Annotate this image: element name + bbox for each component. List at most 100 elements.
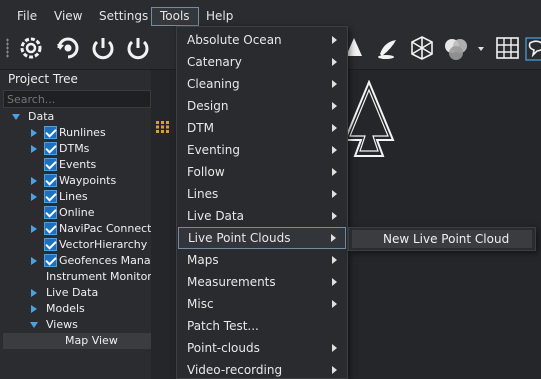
tree-item-label: Models [46,302,85,315]
live-point-clouds-submenu: New Live Point Cloud [348,227,536,251]
tree-item-label: Geofences Manage [59,254,151,267]
menu-item-label: Design [187,99,229,113]
tree-item-label: Runlines [59,126,106,139]
grid-icon[interactable] [494,34,522,62]
toolbar-grip[interactable] [6,38,9,58]
visibility-checkbox[interactable] [44,190,57,203]
submenu-arrow-icon [332,256,337,264]
menu-item-label: Live Data [187,209,244,223]
expand-arrow-icon[interactable] [31,289,37,297]
menu-item-label: Video-recording [187,363,283,377]
menu-item-point-clouds[interactable]: Point-clouds [177,337,347,359]
visibility-checkbox[interactable] [44,126,57,139]
project-tree-panel: Project Tree Data Runlines DTMs Events W… [0,70,152,379]
submenu-arrow-icon [332,58,337,66]
menu-item-label: Eventing [187,143,240,157]
submenu-arrow-icon [332,146,337,154]
menu-item-design[interactable]: Design [177,95,347,117]
submenu-arrow-icon [332,190,337,198]
menubar: File View Settings Tools Help [0,0,541,26]
gear-refresh-icon[interactable] [54,34,82,62]
menu-item-follow[interactable]: Follow [177,161,347,183]
tree-item-geofences-manager[interactable]: Geofences Manage [30,253,151,269]
menu-item-catenary[interactable]: Catenary [177,51,347,73]
submenu-arrow-icon [332,102,337,110]
cube-icon[interactable] [408,34,436,62]
gear-cycle-icon[interactable] [17,34,45,62]
visibility-checkbox[interactable] [44,142,57,155]
tree-item-label: NaviPac Connectio [59,222,151,235]
menu-item-cleaning[interactable]: Cleaning [177,73,347,95]
vessel-arrow-icon [343,80,395,157]
visibility-checkbox[interactable] [44,174,57,187]
menu-item-misc[interactable]: Misc [177,293,347,315]
expand-arrow-icon[interactable] [31,129,37,137]
expand-arrow-icon[interactable] [31,225,37,233]
tree-item-label: Data [28,110,55,123]
speech-bubble-icon[interactable] [525,34,541,62]
menu-help[interactable]: Help [198,7,241,26]
submenu-arrow-icon [331,234,336,242]
grid-dots-icon [156,121,169,133]
visibility-checkbox[interactable] [44,222,57,235]
submenu-arrow-icon [332,168,337,176]
power-signal-icon[interactable] [124,34,152,62]
menu-file[interactable]: File [9,7,45,26]
tree-search-input[interactable] [3,90,151,108]
menu-item-absolute-ocean[interactable]: Absolute Ocean [177,29,347,51]
menu-item-maps[interactable]: Maps [177,249,347,271]
tree-item-map-view[interactable]: Map View [65,333,118,349]
menu-item-patch-test[interactable]: Patch Test... [177,315,347,337]
menu-item-dtm[interactable]: DTM [177,117,347,139]
submenu-arrow-icon [332,366,337,374]
menu-item-label: Maps [187,253,219,267]
menu-item-lines[interactable]: Lines [177,183,347,205]
expand-arrow-icon[interactable] [31,193,37,201]
menu-item-label: Measurements [187,275,276,289]
submenu-arrow-icon [332,212,337,220]
visibility-checkbox[interactable] [44,254,57,267]
tree-item-label: DTMs [59,142,90,155]
menu-item-live-point-clouds[interactable]: Live Point Clouds [178,227,346,249]
expand-arrow-icon[interactable] [31,257,37,265]
dropdown-chevron-icon[interactable] [474,34,488,62]
expand-arrow-icon[interactable] [31,145,37,153]
menu-item-new-live-point-cloud[interactable]: New Live Point Cloud [352,230,532,248]
menu-item-live-data[interactable]: Live Data [177,205,347,227]
menu-item-label: Patch Test... [187,319,259,333]
pen-icon[interactable] [374,34,402,62]
tree-item-label: Live Data [46,286,99,299]
spheres-icon[interactable] [442,34,470,62]
tree-item-navipac-connection[interactable]: NaviPac Connectio [30,221,151,237]
submenu-arrow-icon [332,278,337,286]
submenu-arrow-icon [332,344,337,352]
submenu-arrow-icon [332,36,337,44]
tree-item-instrument-monitor[interactable]: Instrument Monitor [46,269,152,285]
menu-tools[interactable]: Tools [151,7,199,26]
menu-item-label: Follow [187,165,225,179]
menu-item-label: Misc [187,297,214,311]
menu-item-label: Live Point Clouds [188,231,291,245]
visibility-checkbox[interactable] [44,206,57,219]
menu-item-video-recording[interactable]: Video-recording [177,359,347,379]
menu-item-label: Point-clouds [187,341,260,355]
tree-item-label: Map View [65,334,118,347]
tree-item-label: Lines [59,190,88,203]
menu-item-label: Absolute Ocean [187,33,282,47]
submenu-arrow-icon [332,80,337,88]
tree-item-label: Waypoints [59,174,117,187]
submenu-arrow-icon [332,124,337,132]
menu-settings[interactable]: Settings [91,7,156,26]
power-refresh-icon[interactable] [89,34,117,62]
expand-arrow-icon[interactable] [31,305,37,313]
menu-item-eventing[interactable]: Eventing [177,139,347,161]
menu-item-measurements[interactable]: Measurements [177,271,347,293]
tree-item-label: Views [46,318,78,331]
visibility-checkbox[interactable] [44,158,57,171]
visibility-checkbox[interactable] [44,238,57,251]
menu-view[interactable]: View [46,7,90,26]
expand-arrow-icon[interactable] [31,177,37,185]
collapse-arrow-icon[interactable] [30,322,38,328]
collapse-arrow-icon[interactable] [12,114,20,120]
tree-item-label: Instrument Monitor [46,270,152,283]
